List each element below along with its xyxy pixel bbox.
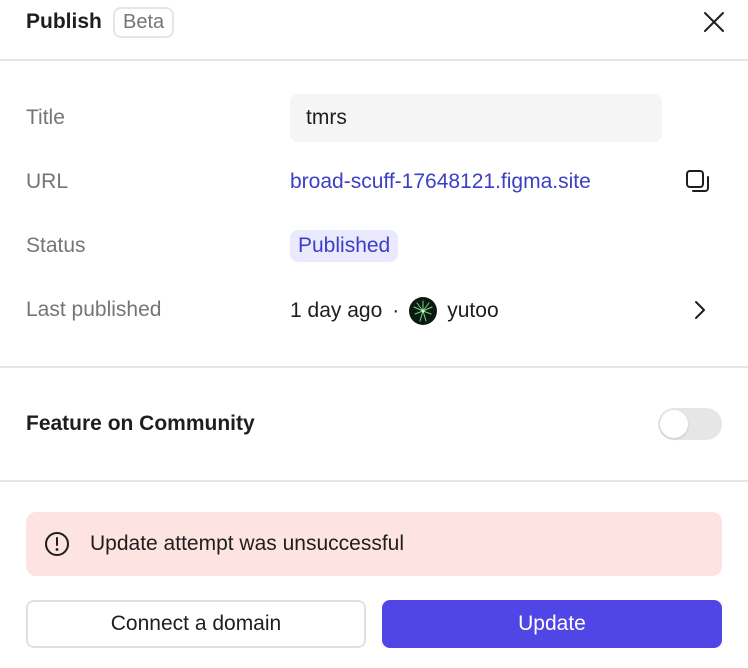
status-label: Status (26, 234, 86, 257)
connect-domain-button[interactable]: Connect a domain (26, 600, 366, 648)
url-label: URL (26, 170, 69, 193)
close-button[interactable] (700, 8, 728, 36)
beta-badge: Beta (113, 7, 175, 38)
avatar (409, 297, 438, 325)
error-banner: Update attempt was unsuccessful (26, 512, 722, 576)
panel-header: Publish Beta (0, 0, 748, 61)
chevron-right-icon (695, 301, 705, 319)
status-badge: Published (290, 230, 399, 262)
site-url-link[interactable]: broad-scuff-17648121.figma.site (290, 168, 591, 196)
last-published-label: Last published (26, 298, 162, 321)
feature-community-toggle[interactable] (658, 408, 722, 440)
feature-community-label: Feature on Community (26, 412, 255, 435)
copy-url-button[interactable] (684, 168, 712, 196)
separator-dot: · (392, 299, 400, 322)
copy-icon (686, 170, 709, 192)
panel-title: Publish (26, 10, 102, 33)
last-published-info: 1 day ago · yutoo (290, 296, 499, 326)
last-published-details-button[interactable] (686, 296, 714, 324)
update-button[interactable]: Update (382, 600, 722, 648)
last-published-time: 1 day ago (290, 299, 383, 322)
publisher-name: yutoo (447, 299, 499, 322)
toggle-knob (660, 410, 688, 438)
section-divider (0, 480, 748, 482)
title-label: Title (26, 106, 65, 129)
title-input[interactable]: tmrs (290, 94, 662, 142)
close-icon (704, 12, 724, 32)
error-message: Update attempt was unsuccessful (90, 532, 404, 555)
publish-panel: Publish Beta Title tmrs URL broad-scuff-… (0, 0, 748, 668)
alert-circle-icon (45, 532, 69, 556)
section-divider (0, 366, 748, 368)
